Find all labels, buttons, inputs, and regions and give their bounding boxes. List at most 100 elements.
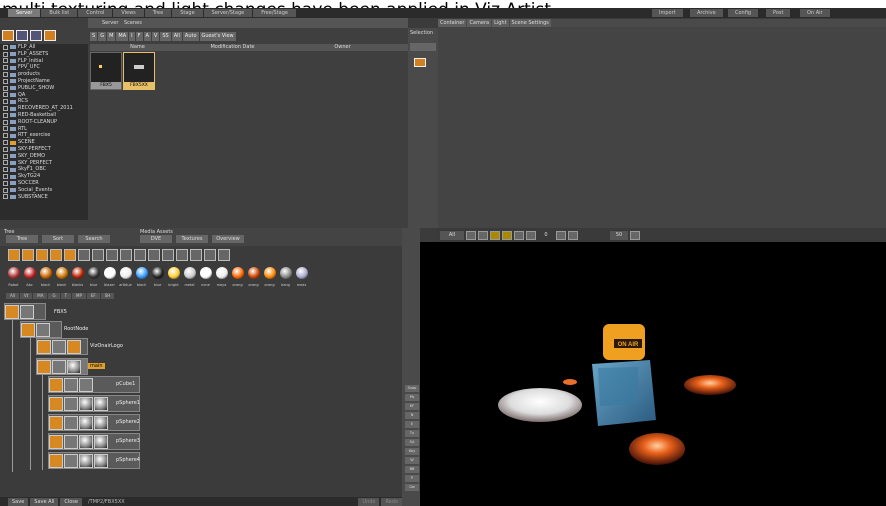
expand-icon[interactable]	[3, 85, 8, 91]
expand-icon[interactable]	[3, 78, 8, 84]
server-mode[interactable]: Scenes	[124, 20, 142, 26]
tool-icon-4[interactable]	[44, 30, 56, 41]
expand-icon[interactable]	[3, 153, 8, 159]
selection-field[interactable]	[410, 43, 436, 51]
filter-button[interactable]: A	[143, 31, 151, 41]
expand-icon[interactable]	[3, 119, 8, 125]
expand-icon[interactable]	[3, 194, 8, 200]
scene-tree-tab[interactable]: MA	[33, 293, 48, 299]
filter-button[interactable]: V	[151, 31, 160, 41]
scene-tree-tab[interactable]: MP	[72, 293, 86, 299]
expand-icon[interactable]	[3, 112, 8, 118]
toolbar-icon[interactable]	[176, 249, 188, 261]
tree-item[interactable]: RTT_exercise	[0, 132, 88, 139]
side-button[interactable]: Snap	[405, 385, 419, 392]
material-swatch[interactable]: artblue	[118, 265, 133, 287]
property-tab[interactable]: Camera	[467, 19, 492, 27]
expand-icon[interactable]	[3, 187, 8, 193]
toolbar-icon[interactable]	[106, 249, 118, 261]
side-button[interactable]: W	[405, 457, 419, 464]
tree-item[interactable]: QA	[0, 92, 88, 99]
material-swatch[interactable]: blanks	[70, 265, 85, 287]
menu-tab[interactable]: Stage	[172, 9, 203, 17]
menu-right-tab[interactable]: Config	[728, 9, 759, 17]
filter-button[interactable]: SS	[160, 31, 171, 41]
side-button[interactable]: N	[405, 412, 419, 419]
expand-icon[interactable]	[3, 174, 8, 180]
play-control-icon[interactable]	[478, 230, 488, 240]
side-button[interactable]: Tx	[405, 430, 419, 437]
menu-tab[interactable]: Tree	[144, 9, 172, 17]
filter-button[interactable]: F	[135, 31, 143, 41]
tree-tab[interactable]: Search	[78, 235, 110, 243]
tree-item[interactable]: SKY_DEMO	[0, 153, 88, 160]
col-modified[interactable]: Modification Date	[185, 44, 280, 51]
tree-item[interactable]: ProjectName	[0, 78, 88, 85]
media-tab[interactable]: Textures	[176, 235, 208, 243]
scene-tree-tab[interactable]: EF	[86, 293, 100, 299]
view-icon[interactable]	[630, 230, 640, 240]
filter-button[interactable]: S	[90, 31, 98, 41]
tree-item[interactable]: PUBLIC_SHOW	[0, 85, 88, 92]
play-control-icon[interactable]	[514, 230, 524, 240]
toolbar-icon[interactable]	[190, 249, 202, 261]
tree-item[interactable]: SkyTG24	[0, 173, 88, 180]
material-swatch[interactable]: blazer	[102, 265, 117, 287]
filter-button[interactable]: G	[98, 31, 107, 41]
tree-tab[interactable]: Tree	[6, 235, 38, 243]
filter-button[interactable]: Guest's View	[199, 31, 236, 41]
side-button[interactable]: BB	[405, 466, 419, 473]
tree-item[interactable]: RTL	[0, 126, 88, 133]
tree-item[interactable]: SUBSTANCE	[0, 194, 88, 201]
thumb-scene[interactable]: FBX5	[90, 52, 122, 90]
redo-button[interactable]: Redo	[381, 497, 402, 506]
menu-tab[interactable]: Control	[78, 9, 113, 17]
tree-item[interactable]: SkyF1_OBC	[0, 166, 88, 173]
tree-item[interactable]: ROOT-CLEANUP	[0, 119, 88, 126]
view-mode[interactable]: All	[440, 230, 464, 240]
tool-icon-2[interactable]	[16, 30, 28, 41]
tool-icon-3[interactable]	[30, 30, 42, 41]
node-main[interactable]	[36, 358, 88, 375]
expand-icon[interactable]	[3, 140, 8, 146]
material-swatch[interactable]: orang	[246, 265, 261, 287]
toolbar-icon[interactable]	[8, 249, 20, 261]
tree-tab[interactable]: Sort	[42, 235, 74, 243]
tree-item[interactable]: SCENE	[0, 139, 88, 146]
col-owner[interactable]: Owner	[280, 44, 405, 51]
expand-icon[interactable]	[3, 160, 8, 166]
material-swatch[interactable]: orang	[230, 265, 245, 287]
scene-tree-tab[interactable]: G	[48, 293, 60, 299]
expand-icon[interactable]	[3, 167, 8, 173]
node-logo[interactable]	[36, 338, 88, 355]
selection-icon[interactable]	[414, 58, 426, 67]
toolbar-icon[interactable]	[218, 249, 230, 261]
play-control-icon[interactable]	[466, 230, 476, 240]
expand-icon[interactable]	[3, 65, 8, 71]
property-tab[interactable]: Light	[492, 19, 509, 27]
toolbar-icon[interactable]	[134, 249, 146, 261]
filter-button[interactable]: MA	[116, 31, 129, 41]
save-all-button[interactable]: Save All	[30, 497, 59, 506]
material-swatch[interactable]: bang	[278, 265, 293, 287]
side-button[interactable]: KF	[405, 403, 419, 410]
toolbar-icon[interactable]	[78, 249, 90, 261]
tree-item[interactable]: FLP_ASSETS	[0, 51, 88, 58]
toolbar-icon[interactable]	[64, 249, 76, 261]
menu-right-tab[interactable]: Import	[652, 9, 683, 17]
close-button[interactable]: Close	[60, 497, 82, 506]
expand-icon[interactable]	[3, 180, 8, 186]
material-swatch[interactable]: none	[198, 265, 213, 287]
tree-item[interactable]: RCS	[0, 98, 88, 105]
expand-icon[interactable]	[3, 99, 8, 105]
expand-icon[interactable]	[3, 106, 8, 112]
menu-tab[interactable]: Views	[113, 9, 144, 17]
expand-icon[interactable]	[3, 146, 8, 152]
scene-tree-tab[interactable]: All	[6, 293, 19, 299]
menu-tab[interactable]: Server/Stage	[203, 9, 253, 17]
side-button[interactable]: Key	[405, 448, 419, 455]
material-swatch[interactable]: Abc	[22, 265, 37, 287]
tree-item[interactable]: SOCCER	[0, 180, 88, 187]
side-button[interactable]: E	[405, 421, 419, 428]
material-swatch[interactable]: metal	[182, 265, 197, 287]
